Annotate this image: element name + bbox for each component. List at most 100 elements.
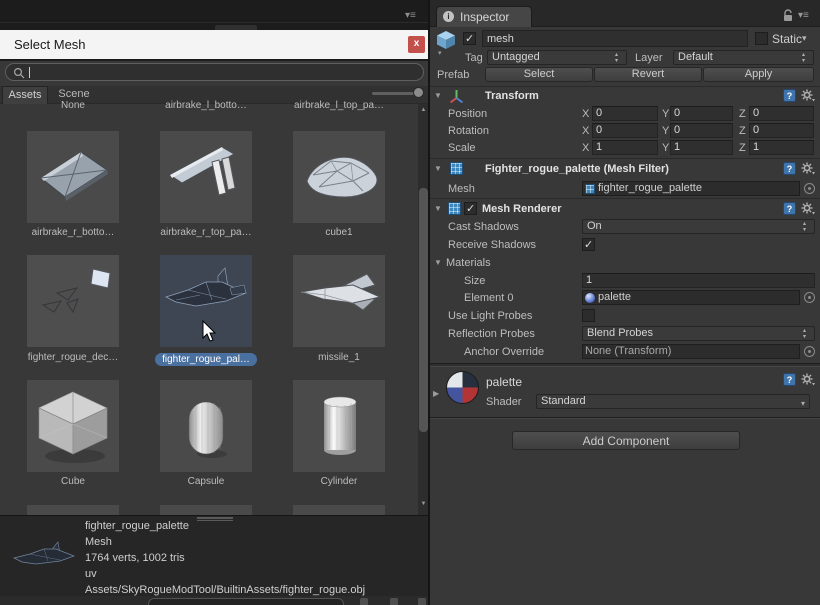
tab-inspector[interactable]: i Inspector [436,6,532,27]
mesh-tile-fighter-rogue-dec[interactable] [27,255,119,347]
cast-shadows-label: Cast Shadows [448,221,519,233]
material-preview-sphere[interactable] [446,371,479,404]
cube1-thumbnail [306,156,378,198]
mesh-tile-partial[interactable] [27,505,119,515]
mouse-cursor-icon [202,320,217,342]
scale-z-field[interactable]: 1 [749,140,814,155]
section-divider [430,363,820,367]
mesh-tile-partial[interactable] [293,505,385,515]
scale-y-field[interactable]: 1 [670,140,733,155]
background-icon [390,598,398,605]
object-picker-icon[interactable] [804,183,815,194]
gameobject-cube-icon[interactable] [435,29,457,51]
background-icon [360,598,368,605]
object-picker-icon[interactable] [804,292,815,303]
tab-inspector-label: Inspector [460,10,510,24]
rotation-z-field[interactable]: 0 [749,123,814,138]
transform-title: Transform [485,90,539,102]
scrollbar-thumb[interactable] [419,188,428,432]
preview-mesh-icon [12,541,76,565]
gear-icon[interactable] [801,202,815,215]
layer-dropdown[interactable]: Default [673,50,814,65]
fighter-decals-thumbnail [41,268,111,314]
mesh-tile-cube1[interactable] [293,131,385,223]
mesh-tile-partial[interactable] [160,505,252,515]
transform-foldout-icon[interactable]: ▼ [434,92,442,100]
lock-icon[interactable] [782,9,794,23]
static-dropdown-icon[interactable]: ▾ [802,33,807,44]
position-z-field[interactable]: 0 [749,106,814,121]
position-x-field[interactable]: 0 [592,106,658,121]
gameobject-active-checkbox[interactable] [463,32,476,45]
pane-menu-icon[interactable]: ▾≡ [405,10,416,21]
scale-x-field[interactable]: 1 [592,140,658,155]
anchor-override-field[interactable]: None (Transform) [582,344,800,359]
position-y-field[interactable]: 0 [670,106,733,121]
search-field[interactable] [5,63,424,81]
mesh-tile-cylinder[interactable] [293,380,385,472]
mesh-tile-cube[interactable] [27,380,119,472]
mesh-tile-capsule[interactable] [160,380,252,472]
inspector-menu-icon[interactable]: ▾≡ [798,10,809,21]
help-icon[interactable]: ? [783,89,796,102]
axis-y-label: Y [662,108,670,120]
mesh-item-label: airbrake_r_top_pa… [160,227,252,238]
mesh-item-label-selected: fighter_rogue_pal… [148,349,264,367]
prefab-select-button[interactable]: Select [485,67,593,82]
axis-x-label: X [582,125,590,137]
axis-x-label: X [582,142,590,154]
mesh-item-label: airbrake_l_top_pa… [293,100,385,111]
prefab-revert-button[interactable]: Revert [594,67,702,82]
mesh-renderer-foldout-icon[interactable]: ▼ [434,205,442,213]
info-icon: i [443,11,454,22]
unity-editor: ▾≡ Select Mesh x Assets Scene None airbr… [0,0,820,605]
help-icon[interactable]: ? [783,162,796,175]
receive-shadows-checkbox[interactable] [582,238,595,251]
materials-label: Materials [446,257,491,269]
mesh-object-value: fighter_rogue_palette [598,182,702,194]
missile-thumbnail [300,273,382,311]
slider-thumb[interactable] [413,87,424,98]
prefab-apply-button[interactable]: Apply [703,67,814,82]
axis-z-label: Z [739,108,746,120]
search-input[interactable] [34,65,414,79]
select-arrows-icon [615,52,623,64]
rotation-x-field[interactable]: 0 [592,123,658,138]
rotation-y-field[interactable]: 0 [670,123,733,138]
mesh-tile-airbrake-r-top[interactable] [160,131,252,223]
material-foldout-icon[interactable]: ▶ [433,390,439,398]
shader-dropdown[interactable]: Standard ▾ [536,394,810,409]
use-light-probes-checkbox[interactable] [582,309,595,322]
add-component-button[interactable]: Add Component [512,431,740,450]
element0-object-field[interactable]: palette [582,290,800,305]
tag-dropdown[interactable]: Untagged [487,50,627,65]
position-label: Position [448,108,488,120]
help-icon[interactable]: ? [783,373,796,386]
mesh-tile-airbrake-r-bottom[interactable] [27,131,119,223]
object-picker-icon[interactable] [804,346,815,357]
mesh-tile-missile-1[interactable] [293,255,385,347]
receive-shadows-label: Receive Shadows [448,239,537,251]
airbrake-panel-thumbnail [40,151,108,201]
mesh-filter-foldout-icon[interactable]: ▼ [434,165,442,173]
gameobject-name-field[interactable] [482,30,748,47]
materials-foldout-icon[interactable]: ▼ [434,259,442,267]
mesh-renderer-title: Mesh Renderer [482,203,562,215]
mesh-object-field[interactable]: fighter_rogue_palette [582,181,800,196]
static-checkbox[interactable] [755,32,768,45]
gear-icon[interactable] [801,162,815,175]
mesh-renderer-enabled-checkbox[interactable] [464,202,477,215]
reflection-probes-label: Reflection Probes [448,328,535,340]
close-icon[interactable]: x [408,36,425,53]
gear-icon[interactable] [801,373,815,386]
element0-label: Element 0 [464,292,514,304]
help-icon[interactable]: ? [783,202,796,215]
gear-icon[interactable] [801,89,815,102]
materials-size-field[interactable]: 1 [582,273,815,288]
preview-type: Mesh [85,536,112,548]
reflection-probes-dropdown[interactable]: Blend Probes [582,326,815,341]
cast-shadows-dropdown[interactable]: On [582,219,815,234]
preview-info: fighter_rogue_palette Mesh 1764 verts, 1… [85,518,365,598]
gameobject-icon-arrow[interactable]: ▾ [438,49,442,57]
cube-thumbnail [38,391,108,463]
